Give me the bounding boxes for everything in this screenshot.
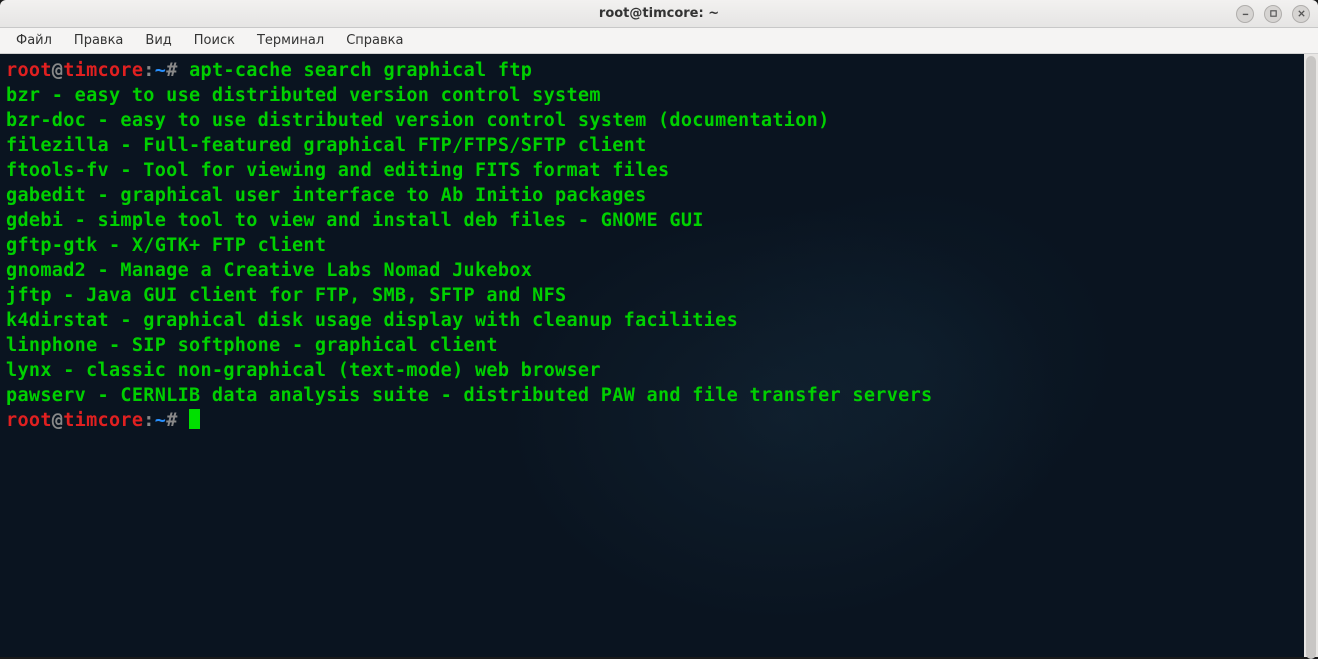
output-line: pawserv - CERNLIB data analysis suite - … — [6, 383, 1298, 408]
terminal-line: root@timcore:~# apt-cache search graphic… — [6, 58, 1298, 83]
output-line: k4dirstat - graphical disk usage display… — [6, 308, 1298, 333]
scrollbar-thumb[interactable] — [1306, 56, 1316, 659]
prompt-path: ~ — [155, 60, 166, 81]
output-line: gabedit - graphical user interface to Ab… — [6, 183, 1298, 208]
output-line: gnomad2 - Manage a Creative Labs Nomad J… — [6, 258, 1298, 283]
minimize-button[interactable] — [1236, 5, 1254, 23]
menu-edit[interactable]: Правка — [64, 30, 133, 51]
output-line: gdebi - simple tool to view and install … — [6, 208, 1298, 233]
terminal-line: root@timcore:~# — [6, 408, 1298, 433]
output-line: jftp - Java GUI client for FTP, SMB, SFT… — [6, 283, 1298, 308]
prompt-host: timcore — [63, 410, 143, 431]
menu-bar: Файл Правка Вид Поиск Терминал Справка — [0, 28, 1318, 54]
minimize-icon — [1241, 9, 1250, 18]
window-titlebar: root@timcore: ~ — [0, 0, 1318, 28]
menu-terminal[interactable]: Терминал — [247, 30, 334, 51]
output-line: ftools-fv - Tool for viewing and editing… — [6, 158, 1298, 183]
prompt-colon: : — [143, 410, 154, 431]
cursor-icon — [189, 409, 200, 429]
close-icon — [1297, 9, 1306, 18]
window-controls — [1236, 5, 1310, 23]
prompt-at: @ — [52, 60, 63, 81]
prompt-user: root — [6, 60, 52, 81]
output-line: bzr - easy to use distributed version co… — [6, 83, 1298, 108]
prompt-colon: : — [143, 60, 154, 81]
maximize-icon — [1269, 9, 1278, 18]
terminal-container: root@timcore:~# apt-cache search graphic… — [0, 54, 1318, 657]
prompt-at: @ — [52, 410, 63, 431]
output-line: linphone - SIP softphone - graphical cli… — [6, 333, 1298, 358]
scrollbar[interactable] — [1304, 54, 1318, 657]
output-line: filezilla - Full-featured graphical FTP/… — [6, 133, 1298, 158]
window-title: root@timcore: ~ — [599, 6, 719, 21]
menu-help[interactable]: Справка — [336, 30, 413, 51]
menu-search[interactable]: Поиск — [184, 30, 245, 51]
prompt-hash: # — [166, 60, 177, 81]
close-button[interactable] — [1292, 5, 1310, 23]
command-text: apt-cache search graphical ftp — [189, 60, 532, 81]
prompt-user: root — [6, 410, 52, 431]
prompt-host: timcore — [63, 60, 143, 81]
prompt-path: ~ — [155, 410, 166, 431]
menu-view[interactable]: Вид — [135, 30, 181, 51]
output-line: bzr-doc - easy to use distributed versio… — [6, 108, 1298, 133]
menu-file[interactable]: Файл — [6, 30, 62, 51]
prompt-hash: # — [166, 410, 177, 431]
maximize-button[interactable] — [1264, 5, 1282, 23]
terminal-area[interactable]: root@timcore:~# apt-cache search graphic… — [0, 54, 1304, 657]
output-line: lynx - classic non-graphical (text-mode)… — [6, 358, 1298, 383]
output-line: gftp-gtk - X/GTK+ FTP client — [6, 233, 1298, 258]
